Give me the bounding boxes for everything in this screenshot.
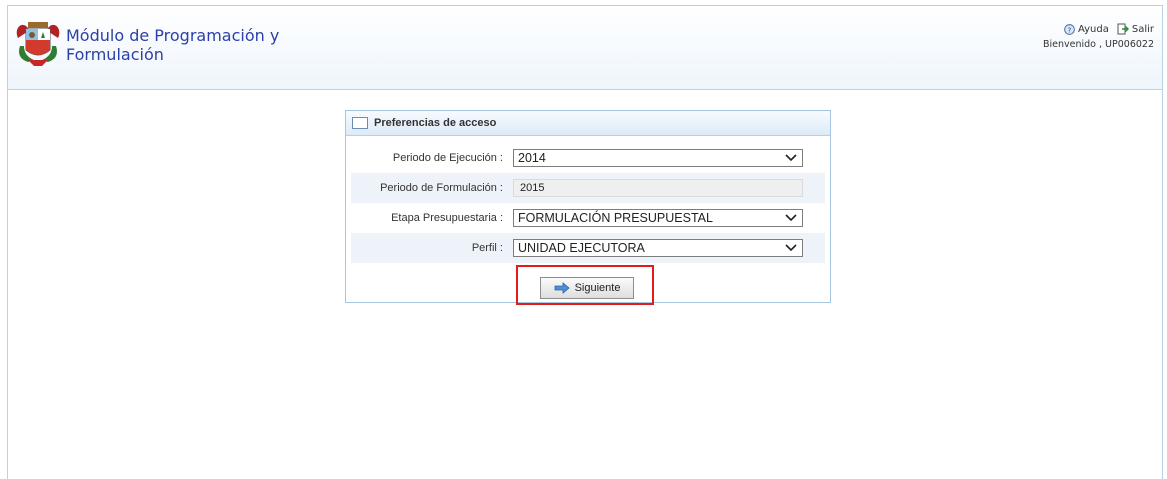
app-title: Módulo de Programación y Formulación bbox=[66, 26, 326, 64]
next-button-highlight: Siguiente bbox=[516, 265, 654, 305]
budget-stage-value: FORMULACIÓN PRESUPUESTAL bbox=[518, 211, 713, 225]
panel-header: Preferencias de acceso bbox=[346, 111, 830, 136]
execution-period-value: 2014 bbox=[518, 151, 546, 165]
chevron-down-icon bbox=[785, 154, 797, 162]
next-button-label: Siguiente bbox=[574, 282, 621, 294]
chevron-down-icon bbox=[785, 214, 797, 222]
formulation-period-label: Periodo de Formulación : bbox=[380, 182, 503, 194]
user-area: ? Ayuda Salir Bienvenido , UP006022 bbox=[1043, 23, 1154, 50]
app-header: Módulo de Programación y Formulación ? A… bbox=[7, 5, 1163, 90]
preferences-form: Periodo de Ejecución : 2014 Periodo de F… bbox=[351, 143, 825, 263]
exit-label: Salir bbox=[1131, 23, 1154, 35]
panel-window-icon bbox=[352, 117, 368, 129]
formulation-period-field: 2015 bbox=[513, 179, 803, 197]
panel-title: Preferencias de acceso bbox=[374, 117, 497, 129]
form-row-budget-stage: Etapa Presupuestaria : FORMULACIÓN PRESU… bbox=[351, 203, 825, 233]
formulation-period-value: 2015 bbox=[520, 182, 545, 194]
budget-stage-label: Etapa Presupuestaria : bbox=[391, 212, 503, 224]
chevron-down-icon bbox=[785, 244, 797, 252]
app-title-line1: Módulo de Programación y bbox=[66, 26, 280, 45]
profile-label: Perfil : bbox=[471, 242, 503, 254]
next-button[interactable]: Siguiente bbox=[540, 277, 634, 299]
welcome-text: Bienvenido , UP006022 bbox=[1043, 39, 1154, 50]
profile-value: UNIDAD EJECUTORA bbox=[518, 241, 645, 255]
coat-of-arms-logo bbox=[16, 22, 60, 66]
form-row-formulation-period: Periodo de Formulación : 2015 bbox=[351, 173, 825, 203]
execution-period-label: Periodo de Ejecución : bbox=[392, 152, 503, 164]
exit-link[interactable]: Salir bbox=[1117, 23, 1154, 35]
help-icon: ? bbox=[1064, 23, 1075, 35]
form-row-profile: Perfil : UNIDAD EJECUTORA bbox=[351, 233, 825, 263]
execution-period-select[interactable]: 2014 bbox=[513, 149, 803, 167]
help-label: Ayuda bbox=[1077, 23, 1109, 35]
budget-stage-select[interactable]: FORMULACIÓN PRESUPUESTAL bbox=[513, 209, 803, 227]
exit-icon bbox=[1117, 23, 1129, 35]
arrow-right-icon bbox=[554, 282, 570, 294]
app-title-line2: Formulación bbox=[66, 45, 164, 64]
svg-text:?: ? bbox=[1067, 25, 1071, 34]
form-row-execution-period: Periodo de Ejecución : 2014 bbox=[351, 143, 825, 173]
help-link[interactable]: ? Ayuda bbox=[1064, 24, 1109, 35]
profile-select[interactable]: UNIDAD EJECUTORA bbox=[513, 239, 803, 257]
